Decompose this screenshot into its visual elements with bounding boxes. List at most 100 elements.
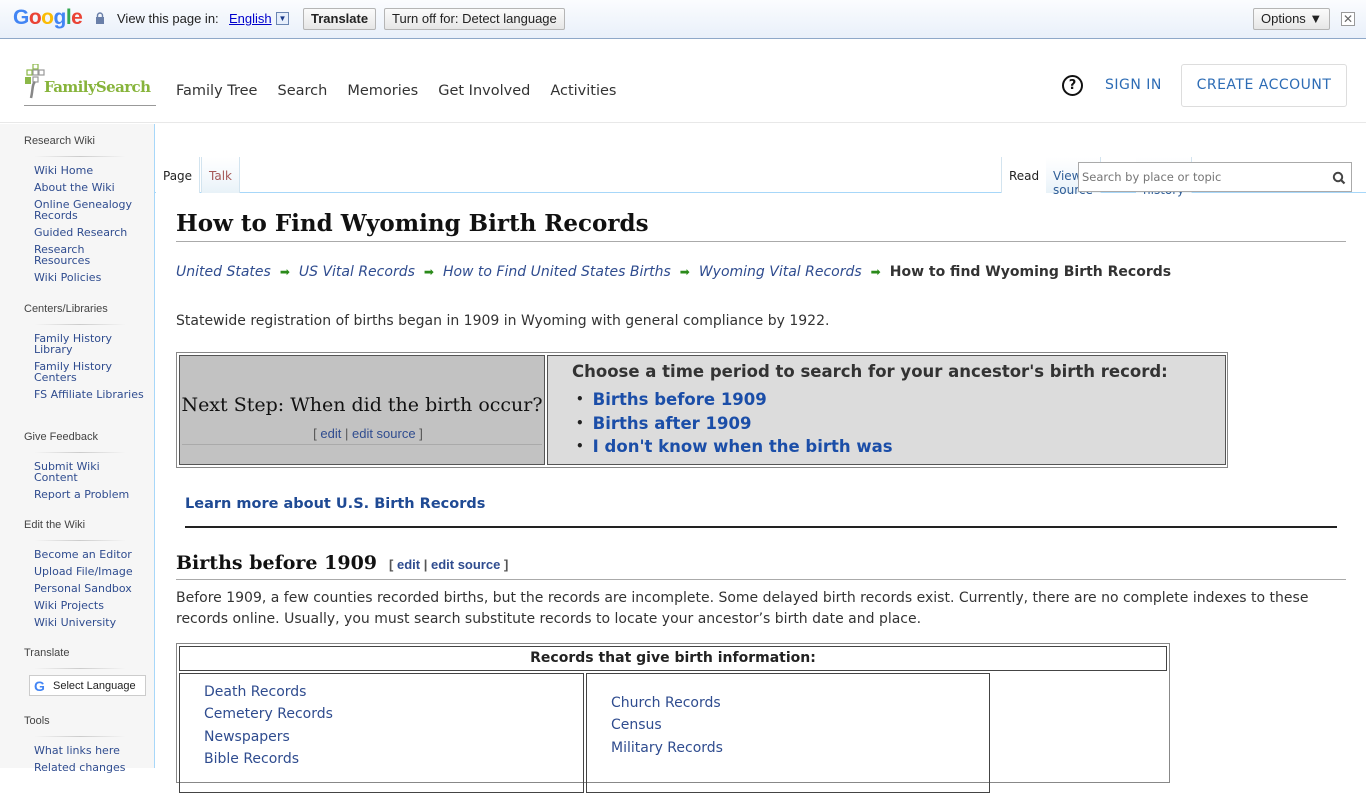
help-icon[interactable]: ? bbox=[1062, 75, 1083, 96]
create-account-button[interactable]: CREATE ACCOUNT bbox=[1181, 64, 1347, 107]
sidebar-item-become-editor[interactable]: Become an Editor bbox=[34, 548, 132, 561]
breadcrumb-link[interactable]: Wyoming Vital Records bbox=[699, 264, 862, 280]
edit-source-link[interactable]: edit source bbox=[352, 426, 416, 441]
google-logo: Google bbox=[13, 6, 83, 29]
sidebar-section-give-feedback: Give Feedback bbox=[24, 431, 98, 443]
sidebar-item-submit-wiki-content[interactable]: Submit Wiki Content bbox=[34, 460, 100, 484]
sidebar-item-about-wiki[interactable]: About the Wiki bbox=[34, 181, 115, 194]
search-input[interactable] bbox=[1082, 168, 1322, 186]
edit-source-link[interactable]: edit source bbox=[431, 557, 500, 572]
sidebar-item-family-history-centers[interactable]: Family History Centers bbox=[34, 360, 112, 384]
sidebar-section-research-wiki: Research Wiki bbox=[24, 135, 95, 147]
breadcrumb: United States ➡ US Vital Records ➡ How to Fi… bbox=[176, 264, 1171, 280]
close-icon[interactable]: ✕ bbox=[1341, 12, 1355, 26]
breadcrumb-current: How to find Wyoming Birth Records bbox=[889, 264, 1172, 280]
records-column-right: Church Records Census Military Records bbox=[586, 673, 990, 793]
military-records-link[interactable]: Military Records bbox=[611, 740, 723, 756]
unknown-birth-date-link[interactable]: I don't know when the birth was bbox=[593, 437, 893, 456]
section-text: Before 1909, a few counties recorded bir… bbox=[176, 590, 1309, 627]
translate-button[interactable]: Translate bbox=[303, 8, 377, 30]
select-language-label: Select Language bbox=[53, 680, 136, 692]
breadcrumb-link[interactable]: How to Find United States Births bbox=[443, 264, 671, 280]
cemetery-records-link[interactable]: Cemetery Records bbox=[204, 706, 333, 722]
arrow-right-icon: ➡ bbox=[679, 265, 690, 279]
page-title: How to Find Wyoming Birth Records bbox=[176, 210, 1346, 242]
intro-text: Statewide registration of births began i… bbox=[176, 313, 830, 329]
sidebar-section-tools: Tools bbox=[24, 715, 50, 727]
logo-text: FamilySearch bbox=[44, 78, 151, 96]
census-link[interactable]: Census bbox=[611, 717, 662, 733]
bible-records-link[interactable]: Bible Records bbox=[204, 751, 299, 767]
sidebar-item-wiki-home[interactable]: Wiki Home bbox=[34, 164, 93, 177]
births-after-1909-link[interactable]: Births after 1909 bbox=[593, 414, 752, 433]
view-page-label: View this page in: bbox=[117, 11, 219, 26]
search-icon[interactable] bbox=[1332, 171, 1346, 185]
sidebar-list-centers: Family History Library Family History Ce… bbox=[34, 333, 144, 406]
church-records-link[interactable]: Church Records bbox=[611, 695, 721, 711]
sidebar-list-tools: What links here Related changes bbox=[34, 745, 144, 779]
divider bbox=[185, 526, 1337, 528]
select-language-dropdown[interactable]: G Select Language bbox=[29, 675, 146, 696]
sidebar-list-edit: Become an Editor Upload File/Image Perso… bbox=[34, 549, 144, 634]
sidebar-item-family-history-library[interactable]: Family History Library bbox=[34, 332, 112, 356]
choose-period-heading: Choose a time period to search for your … bbox=[572, 362, 1168, 381]
tree-icon bbox=[25, 64, 45, 99]
turn-off-button[interactable]: Turn off for: Detect language bbox=[384, 8, 565, 30]
sidebar-item-personal-sandbox[interactable]: Personal Sandbox bbox=[34, 582, 132, 595]
next-step-question-cell: Next Step: When did the birth occur? [ ed… bbox=[179, 355, 545, 465]
tab-read[interactable]: Read bbox=[1001, 157, 1048, 193]
nav-search[interactable]: Search bbox=[277, 83, 327, 99]
main-nav: Family Tree Search Memories Get Involved… bbox=[176, 83, 636, 99]
divider bbox=[34, 452, 126, 453]
records-list: Death Records Cemetery Records Newspaper… bbox=[204, 681, 333, 770]
sidebar-item-online-genealogy-records[interactable]: Online Genealogy Records bbox=[34, 198, 132, 222]
section-heading-text: Births before 1909 bbox=[176, 552, 378, 574]
death-records-link[interactable]: Death Records bbox=[204, 684, 306, 700]
nav-activities[interactable]: Activities bbox=[550, 83, 616, 99]
breadcrumb-link[interactable]: United States bbox=[176, 264, 271, 280]
sidebar-item-research-resources[interactable]: Research Resources bbox=[34, 243, 90, 267]
language-dropdown-icon[interactable]: ▼ bbox=[276, 12, 289, 25]
familysearch-logo[interactable]: FamilySearch bbox=[24, 64, 156, 106]
wiki-search-box bbox=[1078, 162, 1352, 192]
nav-memories[interactable]: Memories bbox=[347, 83, 418, 99]
sidebar-item-wiki-projects[interactable]: Wiki Projects bbox=[34, 599, 104, 612]
sidebar-item-guided-research[interactable]: Guided Research bbox=[34, 226, 127, 239]
tab-talk[interactable]: Talk bbox=[201, 157, 240, 193]
breadcrumb-link[interactable]: US Vital Records bbox=[299, 264, 415, 280]
sidebar-section-centers: Centers/Libraries bbox=[24, 303, 108, 315]
divider bbox=[34, 540, 126, 541]
nav-get-involved[interactable]: Get Involved bbox=[438, 83, 530, 99]
language-link[interactable]: English bbox=[229, 11, 272, 26]
sidebar-item-report-problem[interactable]: Report a Problem bbox=[34, 488, 129, 501]
sidebar-item-what-links-here[interactable]: What links here bbox=[34, 744, 120, 757]
records-table-heading: Records that give birth information: bbox=[179, 646, 1167, 671]
sidebar-list-feedback: Submit Wiki Content Report a Problem bbox=[34, 461, 144, 506]
sidebar-item-wiki-policies[interactable]: Wiki Policies bbox=[34, 271, 101, 284]
tab-page[interactable]: Page bbox=[156, 157, 201, 193]
list-item: Births after 1909 bbox=[576, 412, 893, 436]
sidebar-item-wiki-university[interactable]: Wiki University bbox=[34, 616, 116, 629]
google-g-icon: G bbox=[34, 678, 45, 694]
list-item: I don't know when the birth was bbox=[576, 435, 893, 459]
nav-family-tree[interactable]: Family Tree bbox=[176, 83, 257, 99]
next-step-table: Next Step: When did the birth occur? [ ed… bbox=[176, 352, 1228, 468]
time-period-list: Births before 1909 Births after 1909 I d… bbox=[576, 388, 893, 459]
births-before-1909-link[interactable]: Births before 1909 bbox=[593, 390, 767, 409]
edit-links: [ edit | edit source ] bbox=[389, 557, 509, 572]
learn-more-link[interactable]: Learn more about U.S. Birth Records bbox=[185, 496, 485, 512]
divider bbox=[34, 156, 126, 157]
edit-link[interactable]: edit bbox=[397, 557, 420, 572]
sidebar-item-upload-file[interactable]: Upload File/Image bbox=[34, 565, 133, 578]
records-list: Church Records Census Military Records bbox=[611, 692, 723, 759]
arrow-right-icon: ➡ bbox=[423, 265, 434, 279]
divider bbox=[34, 324, 126, 325]
records-column-left: Death Records Cemetery Records Newspaper… bbox=[179, 673, 584, 793]
section-heading: Births before 1909 [ edit | edit source ] bbox=[176, 552, 1346, 580]
sidebar-item-fs-affiliate-libraries[interactable]: FS Affiliate Libraries bbox=[34, 388, 144, 401]
edit-link[interactable]: edit bbox=[320, 426, 341, 441]
next-step-heading: Next Step: When did the birth occur? [ ed… bbox=[180, 392, 544, 447]
options-button[interactable]: Options ▼ bbox=[1253, 8, 1331, 30]
newspapers-link[interactable]: Newspapers bbox=[204, 729, 290, 745]
sign-in-link[interactable]: SIGN IN bbox=[1105, 77, 1162, 93]
